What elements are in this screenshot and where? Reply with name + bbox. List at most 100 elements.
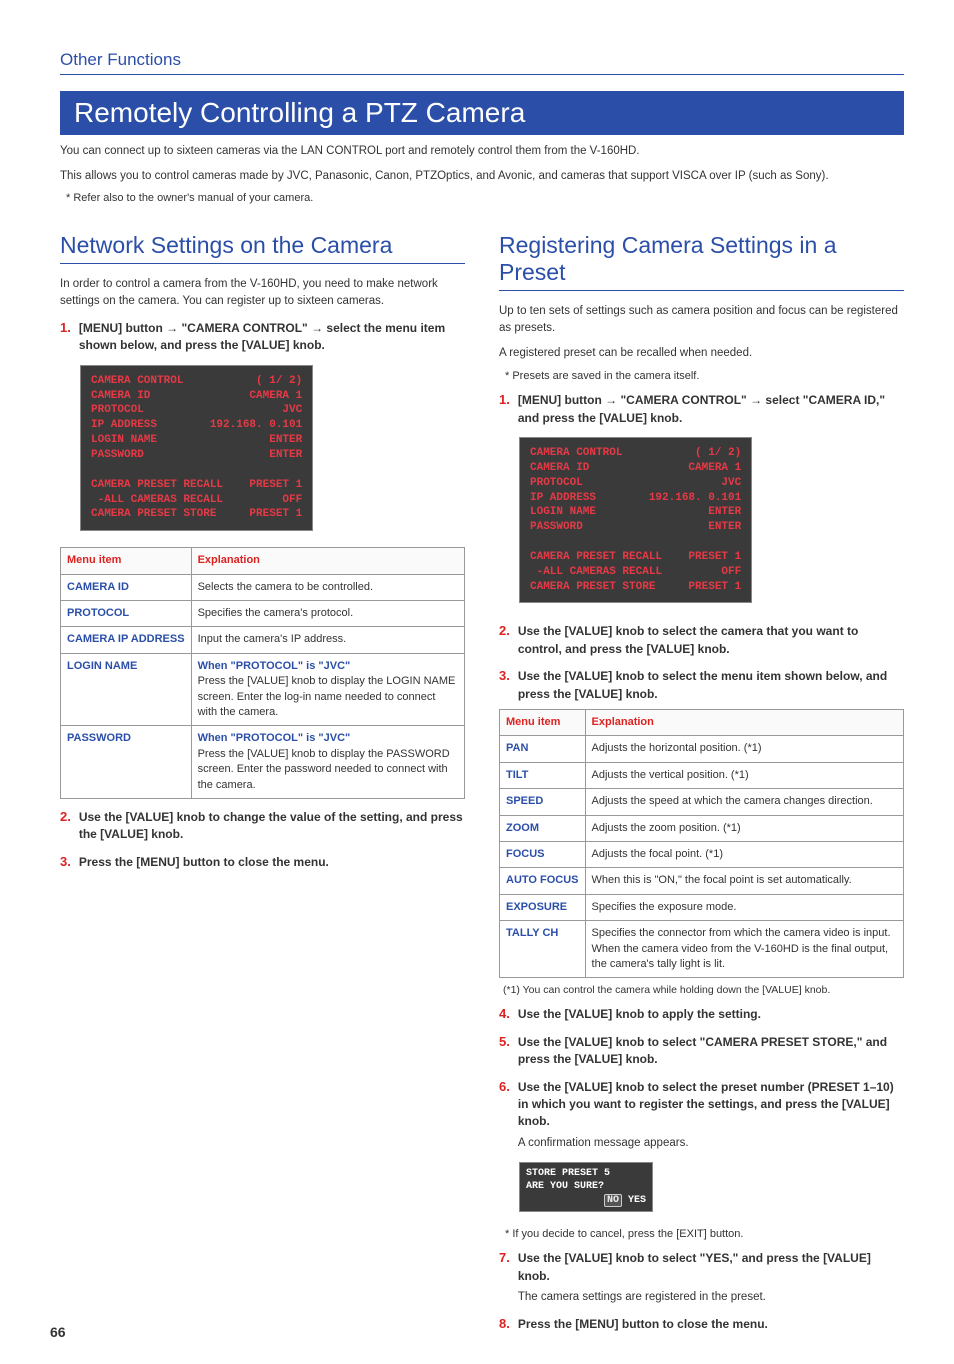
step-text: [MENU] button → "CAMERA CONTROL" → selec… bbox=[518, 392, 904, 427]
table-row: SPEEDAdjusts the speed at which the came… bbox=[500, 789, 904, 815]
table-cell-label: LOGIN NAME bbox=[61, 653, 192, 726]
table-cell-expl: Adjusts the focal point. (*1) bbox=[585, 841, 903, 867]
table-row: TILTAdjusts the vertical position. (*1) bbox=[500, 762, 904, 788]
table-cell-label: PASSWORD bbox=[61, 726, 192, 799]
right-step-8: 8. Press the [MENU] button to close the … bbox=[499, 1316, 904, 1333]
section-title-network: Network Settings on the Camera bbox=[60, 232, 465, 264]
page-title: Remotely Controlling a PTZ Camera bbox=[60, 91, 904, 135]
right-step-2: 2. Use the [VALUE] knob to select the ca… bbox=[499, 623, 904, 658]
right-menu-table: Menu item Explanation PANAdjusts the hor… bbox=[499, 709, 904, 978]
step-text: Use the [VALUE] knob to select "CAMERA P… bbox=[518, 1034, 904, 1069]
table-cell-expl: Input the camera's IP address. bbox=[191, 627, 464, 653]
table-cell-label: SPEED bbox=[500, 789, 586, 815]
step-text: Use the [VALUE] knob to select the prese… bbox=[518, 1079, 904, 1152]
table-header-item: Menu item bbox=[61, 548, 192, 574]
step-number: 2. bbox=[60, 809, 71, 824]
left-step-1: 1. [MENU] button → "CAMERA CONTROL" → se… bbox=[60, 320, 465, 355]
page-number: 66 bbox=[50, 1324, 66, 1340]
table-cell-expl: Adjusts the vertical position. (*1) bbox=[585, 762, 903, 788]
table-cell-expl: Adjusts the horizontal position. (*1) bbox=[585, 736, 903, 762]
table-header-item: Menu item bbox=[500, 710, 586, 736]
step-text: Use the [VALUE] knob to change the value… bbox=[79, 809, 465, 844]
step-number: 1. bbox=[60, 320, 71, 335]
table-row: TALLY CHSpecifies the connector from whi… bbox=[500, 921, 904, 978]
step-number: 2. bbox=[499, 623, 510, 638]
terminal-screenshot: CAMERA CONTROL ( 1/ 2) CAMERA ID CAMERA … bbox=[519, 437, 752, 603]
step-sub: A confirmation message appears. bbox=[518, 1135, 904, 1152]
table-cell-expl: Selects the camera to be controlled. bbox=[191, 574, 464, 600]
step-text: Press the [MENU] button to close the men… bbox=[518, 1316, 768, 1333]
step-text: Use the [VALUE] knob to apply the settin… bbox=[518, 1006, 761, 1023]
step-text: [MENU] button → "CAMERA CONTROL" → selec… bbox=[79, 320, 465, 355]
confirm-yes: YES bbox=[622, 1195, 646, 1206]
step-number: 1. bbox=[499, 392, 510, 407]
confirm-no: NO bbox=[604, 1194, 622, 1207]
table-header-explanation: Explanation bbox=[191, 548, 464, 574]
step-number: 6. bbox=[499, 1079, 510, 1094]
fragment: ARE YOU SURE? bbox=[526, 1181, 604, 1192]
intro-note: * Refer also to the owner's manual of yo… bbox=[66, 192, 904, 204]
step-number: 7. bbox=[499, 1250, 510, 1265]
table-row: PANAdjusts the horizontal position. (*1) bbox=[500, 736, 904, 762]
step-text: Press the [MENU] button to close the men… bbox=[79, 854, 329, 871]
left-step-3: 3. Press the [MENU] button to close the … bbox=[60, 854, 465, 871]
table-cell-label: ZOOM bbox=[500, 815, 586, 841]
step-number: 8. bbox=[499, 1316, 510, 1331]
step-text: Use the [VALUE] knob to select the camer… bbox=[518, 623, 904, 658]
table-row: FOCUSAdjusts the focal point. (*1) bbox=[500, 841, 904, 867]
step-number: 4. bbox=[499, 1006, 510, 1021]
table-row: LOGIN NAME When "PROTOCOL" is "JVC" Pres… bbox=[61, 653, 465, 726]
fragment: "CAMERA CONTROL" bbox=[617, 393, 750, 407]
table-cell-label: TALLY CH bbox=[500, 921, 586, 978]
table-cell-label: CAMERA IP ADDRESS bbox=[61, 627, 192, 653]
arrow-icon: → bbox=[750, 393, 762, 407]
arrow-icon: → bbox=[311, 321, 323, 335]
right-intro-note: * Presets are saved in the camera itself… bbox=[505, 370, 904, 382]
table-row: PASSWORD When "PROTOCOL" is "JVC" Press … bbox=[61, 726, 465, 799]
table-cell-expl: Adjusts the speed at which the camera ch… bbox=[585, 789, 903, 815]
condition: When "PROTOCOL" is "JVC" bbox=[198, 732, 351, 744]
fragment: "CAMERA CONTROL" bbox=[178, 321, 311, 335]
table-cell-label: EXPOSURE bbox=[500, 894, 586, 920]
breadcrumb: Other Functions bbox=[60, 50, 904, 75]
table-cell-label: AUTO FOCUS bbox=[500, 868, 586, 894]
table-row: CAMERA IP ADDRESS Input the camera's IP … bbox=[61, 627, 465, 653]
table-cell-expl: Specifies the exposure mode. bbox=[585, 894, 903, 920]
right-intro-1: Up to ten sets of settings such as camer… bbox=[499, 303, 904, 338]
left-intro: In order to control a camera from the V-… bbox=[60, 276, 465, 311]
right-step-1: 1. [MENU] button → "CAMERA CONTROL" → se… bbox=[499, 392, 904, 427]
fragment: [MENU] button bbox=[518, 393, 605, 407]
step-text: Use the [VALUE] knob to select the menu … bbox=[518, 668, 904, 703]
table-row: ZOOMAdjusts the zoom position. (*1) bbox=[500, 815, 904, 841]
right-intro-2: A registered preset can be recalled when… bbox=[499, 345, 904, 362]
table-cell-expl: Specifies the connector from which the c… bbox=[585, 921, 903, 978]
left-column: Network Settings on the Camera In order … bbox=[60, 232, 465, 1334]
step-number: 3. bbox=[60, 854, 71, 869]
table-row: EXPOSURESpecifies the exposure mode. bbox=[500, 894, 904, 920]
step-sub: The camera settings are registered in th… bbox=[518, 1289, 904, 1306]
section-title-preset: Registering Camera Settings in a Preset bbox=[499, 232, 904, 291]
right-step-4: 4. Use the [VALUE] knob to apply the set… bbox=[499, 1006, 904, 1023]
table-row: CAMERA ID Selects the camera to be contr… bbox=[61, 574, 465, 600]
step-text: Use the [VALUE] knob to select "YES," an… bbox=[518, 1250, 904, 1306]
table-cell-expl: When "PROTOCOL" is "JVC" Press the [VALU… bbox=[191, 653, 464, 726]
table-row: PROTOCOL Specifies the camera's protocol… bbox=[61, 601, 465, 627]
right-column: Registering Camera Settings in a Preset … bbox=[499, 232, 904, 1334]
condition: When "PROTOCOL" is "JVC" bbox=[198, 660, 351, 672]
right-step-6: 6. Use the [VALUE] knob to select the pr… bbox=[499, 1079, 904, 1152]
fragment: Use the [VALUE] knob to select "YES," an… bbox=[518, 1251, 871, 1282]
fragment: Press the [VALUE] knob to display the LO… bbox=[198, 675, 456, 718]
right-step-5: 5. Use the [VALUE] knob to select "CAMER… bbox=[499, 1034, 904, 1069]
table-cell-expl: Adjusts the zoom position. (*1) bbox=[585, 815, 903, 841]
right-step-7: 7. Use the [VALUE] knob to select "YES,"… bbox=[499, 1250, 904, 1306]
left-step-2: 2. Use the [VALUE] knob to change the va… bbox=[60, 809, 465, 844]
step-number: 3. bbox=[499, 668, 510, 683]
table-cell-label: TILT bbox=[500, 762, 586, 788]
fragment: Press the [VALUE] knob to display the PA… bbox=[198, 748, 450, 791]
table-cell-expl: When this is "ON," the focal point is se… bbox=[585, 868, 903, 894]
table-header-explanation: Explanation bbox=[585, 710, 903, 736]
intro-line-1: You can connect up to sixteen cameras vi… bbox=[60, 143, 904, 160]
table-row: AUTO FOCUSWhen this is "ON," the focal p… bbox=[500, 868, 904, 894]
terminal-screenshot: CAMERA CONTROL ( 1/ 2) CAMERA ID CAMERA … bbox=[80, 365, 313, 531]
footnote: (*1) You can control the camera while ho… bbox=[503, 984, 904, 996]
